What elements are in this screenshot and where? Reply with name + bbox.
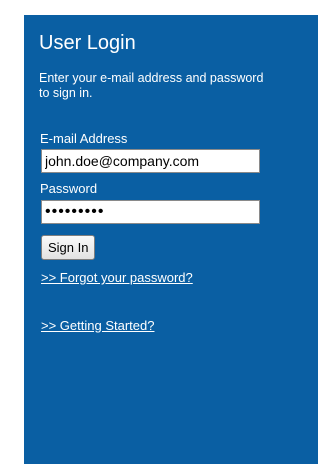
sign-in-button[interactable]: Sign In [41,235,96,260]
email-label: E-mail Address [40,131,128,146]
instructions-line-2: to sign in. [39,86,93,100]
password-field[interactable] [41,200,260,224]
instructions-text: Enter your e-mail address and password t… [39,71,319,101]
page-title: User Login [39,32,136,54]
instructions-line-1: Enter your e-mail address and password [39,71,264,85]
email-field[interactable] [41,149,260,173]
forgot-password-link[interactable]: >> Forgot your password? [41,270,193,285]
password-label: Password [40,181,98,196]
login-panel: User Login Enter your e-mail address and… [24,15,318,464]
getting-started-link[interactable]: >> Getting Started? [41,318,154,333]
